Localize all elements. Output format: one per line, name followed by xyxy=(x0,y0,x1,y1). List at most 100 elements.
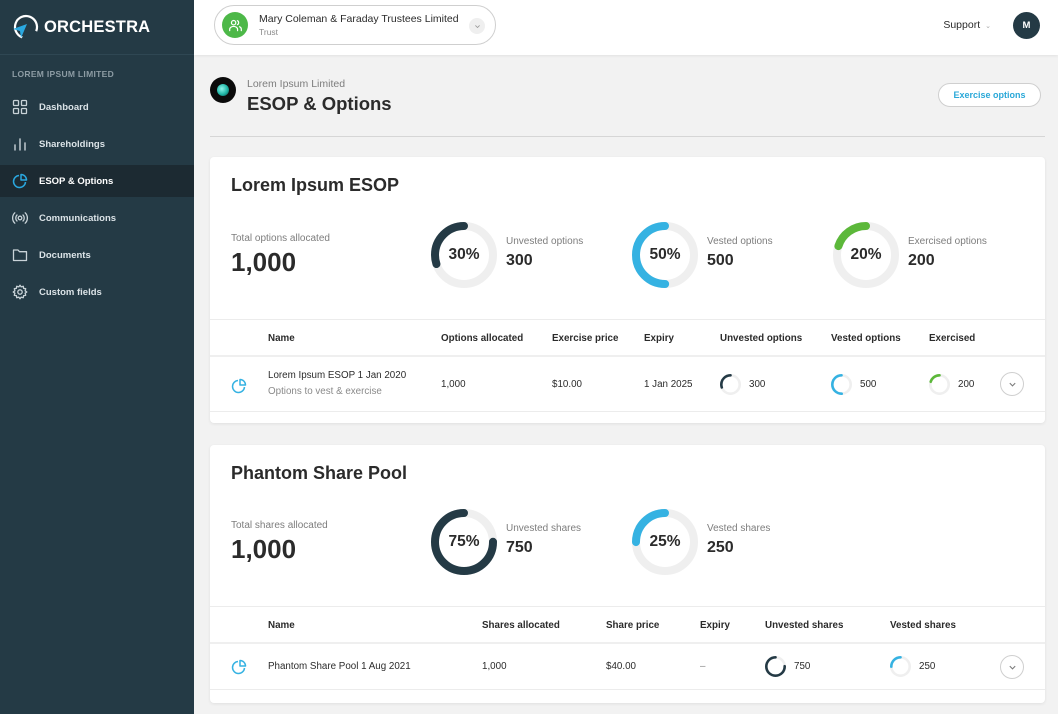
cell-value: 250 xyxy=(919,661,936,672)
column-header[interactable]: Unvested shares xyxy=(765,620,843,631)
company-logo xyxy=(210,77,236,103)
stat-unvested-shares: 75% Unvested shares 750 xyxy=(431,509,581,575)
users-icon xyxy=(222,12,248,38)
column-header[interactable]: Options allocated xyxy=(441,333,523,344)
company-name: Lorem Ipsum Limited xyxy=(247,78,346,90)
mini-progress-ring xyxy=(831,374,852,395)
sidebar-item-label: Dashboard xyxy=(39,101,89,113)
vested-options-cell: 500 xyxy=(831,374,876,395)
column-header[interactable]: Shares allocated xyxy=(482,620,560,631)
ring-percent: 25% xyxy=(649,533,681,550)
expand-row-button[interactable] xyxy=(1000,655,1024,679)
table-header: Name Shares allocated Share price Expiry… xyxy=(210,606,1045,644)
mini-progress-ring xyxy=(929,374,950,395)
column-header[interactable]: Name xyxy=(268,333,295,344)
expand-row-button[interactable] xyxy=(1000,372,1024,396)
pie-chart-icon xyxy=(231,659,247,675)
column-header[interactable]: Unvested options xyxy=(720,333,802,344)
row-subtitle: Options to vest & exercise xyxy=(268,386,382,397)
stat-value: 500 xyxy=(707,252,734,269)
row-name[interactable]: Phantom Share Pool 1 Aug 2021 xyxy=(268,661,411,672)
user-avatar[interactable]: M xyxy=(1013,12,1040,39)
stat-value: 200 xyxy=(908,252,935,269)
sidebar-nav: Dashboard Shareholdings ESOP & Options C… xyxy=(0,91,194,308)
sidebar-item-label: Shareholdings xyxy=(39,138,105,150)
total-value: 1,000 xyxy=(231,247,297,277)
stat-value: 750 xyxy=(506,539,533,556)
chevron-down-icon xyxy=(1008,665,1016,670)
progress-ring: 50% xyxy=(632,222,698,288)
chevron-down-icon xyxy=(1008,382,1016,387)
column-header[interactable]: Vested shares xyxy=(890,620,956,631)
vested-shares-cell: 250 xyxy=(890,656,935,677)
progress-ring: 20% xyxy=(833,222,899,288)
mini-progress-ring xyxy=(765,656,786,677)
gear-icon xyxy=(12,284,28,300)
sidebar-item-esop-options[interactable]: ESOP & Options xyxy=(0,165,194,197)
cell-value: 500 xyxy=(860,379,877,390)
sidebar-item-custom-fields[interactable]: Custom fields xyxy=(0,276,194,308)
sidebar-item-label: Communications xyxy=(39,212,117,224)
sidebar-item-communications[interactable]: Communications xyxy=(0,202,194,234)
stat-label: Vested shares xyxy=(707,523,771,534)
folder-icon xyxy=(12,247,28,263)
ring-percent: 75% xyxy=(448,533,480,550)
stat-vested-shares: 25% Vested shares 250 xyxy=(632,509,770,575)
ring-percent: 20% xyxy=(850,246,882,263)
sidebar-item-label: Documents xyxy=(39,249,91,261)
stat-unvested-options: 30% Unvested options 300 xyxy=(431,222,583,288)
total-value: 1,000 xyxy=(231,534,297,564)
entity-selector[interactable]: Mary Coleman & Faraday Trustees Limited … xyxy=(214,5,496,45)
column-header[interactable]: Vested options xyxy=(831,333,901,344)
column-header[interactable]: Exercise price xyxy=(552,333,618,344)
exercised-cell: 200 xyxy=(929,374,974,395)
column-header[interactable]: Exercised xyxy=(929,333,975,344)
stat-label: Vested options xyxy=(707,236,773,247)
column-header[interactable]: Name xyxy=(268,620,295,631)
support-menu[interactable]: Support ⌄ xyxy=(943,19,991,31)
phantom-share-card: Phantom Share Pool Total shares allocate… xyxy=(210,445,1045,703)
entity-name: Mary Coleman & Faraday Trustees Limited xyxy=(259,13,459,25)
table-header: Name Options allocated Exercise price Ex… xyxy=(210,319,1045,357)
progress-ring: 75% xyxy=(431,509,497,575)
stat-label: Unvested options xyxy=(506,236,584,247)
sidebar-item-documents[interactable]: Documents xyxy=(0,239,194,271)
mini-progress-ring xyxy=(720,374,741,395)
sidebar-item-label: ESOP & Options xyxy=(39,175,114,187)
sidebar-item-shareholdings[interactable]: Shareholdings xyxy=(0,128,194,160)
stat-value: 250 xyxy=(707,539,734,556)
brand[interactable]: ORCHESTRA xyxy=(0,0,194,55)
unvested-shares-cell: 750 xyxy=(765,656,810,677)
column-header[interactable]: Expiry xyxy=(644,333,674,344)
shares-allocated: 1,000 xyxy=(482,661,507,672)
cell-value: 300 xyxy=(749,379,766,390)
total-label: Total shares allocated xyxy=(231,520,328,531)
exercise-options-button[interactable]: Exercise options xyxy=(938,83,1041,107)
broadcast-icon xyxy=(12,210,28,226)
table-row[interactable]: Phantom Share Pool 1 Aug 2021 1,000 $40.… xyxy=(210,644,1045,690)
card-title: Lorem Ipsum ESOP xyxy=(231,175,400,195)
stat-label: Exercised options xyxy=(908,236,987,247)
table-row[interactable]: Lorem Ipsum ESOP 1 Jan 2020 Options to v… xyxy=(210,357,1045,412)
column-header[interactable]: Expiry xyxy=(700,620,730,631)
sidebar-item-label: Custom fields xyxy=(39,286,102,298)
expiry: 1 Jan 2025 xyxy=(644,379,693,390)
stat-exercised-options: 20% Exercised options 200 xyxy=(833,222,987,288)
grid-icon xyxy=(12,99,28,115)
column-header[interactable]: Share price xyxy=(606,620,659,631)
page-header: Lorem Ipsum Limited ESOP & Options Exerc… xyxy=(210,70,1045,137)
options-allocated: 1,000 xyxy=(441,379,466,390)
pie-chart-icon xyxy=(12,173,28,189)
stat-label: Unvested shares xyxy=(506,523,582,534)
bar-chart-icon xyxy=(12,136,28,152)
mini-progress-ring xyxy=(890,656,911,677)
chevron-down-icon: ⌄ xyxy=(985,23,991,30)
organization-label: LOREM IPSUM LIMITED xyxy=(12,69,115,79)
cell-value: 750 xyxy=(794,661,811,672)
chevron-down-icon[interactable] xyxy=(469,18,485,34)
ring-percent: 50% xyxy=(649,246,681,263)
progress-ring: 30% xyxy=(431,222,497,288)
row-name[interactable]: Lorem Ipsum ESOP 1 Jan 2020 xyxy=(268,370,406,381)
pie-chart-icon xyxy=(231,378,247,394)
sidebar-item-dashboard[interactable]: Dashboard xyxy=(0,91,194,123)
